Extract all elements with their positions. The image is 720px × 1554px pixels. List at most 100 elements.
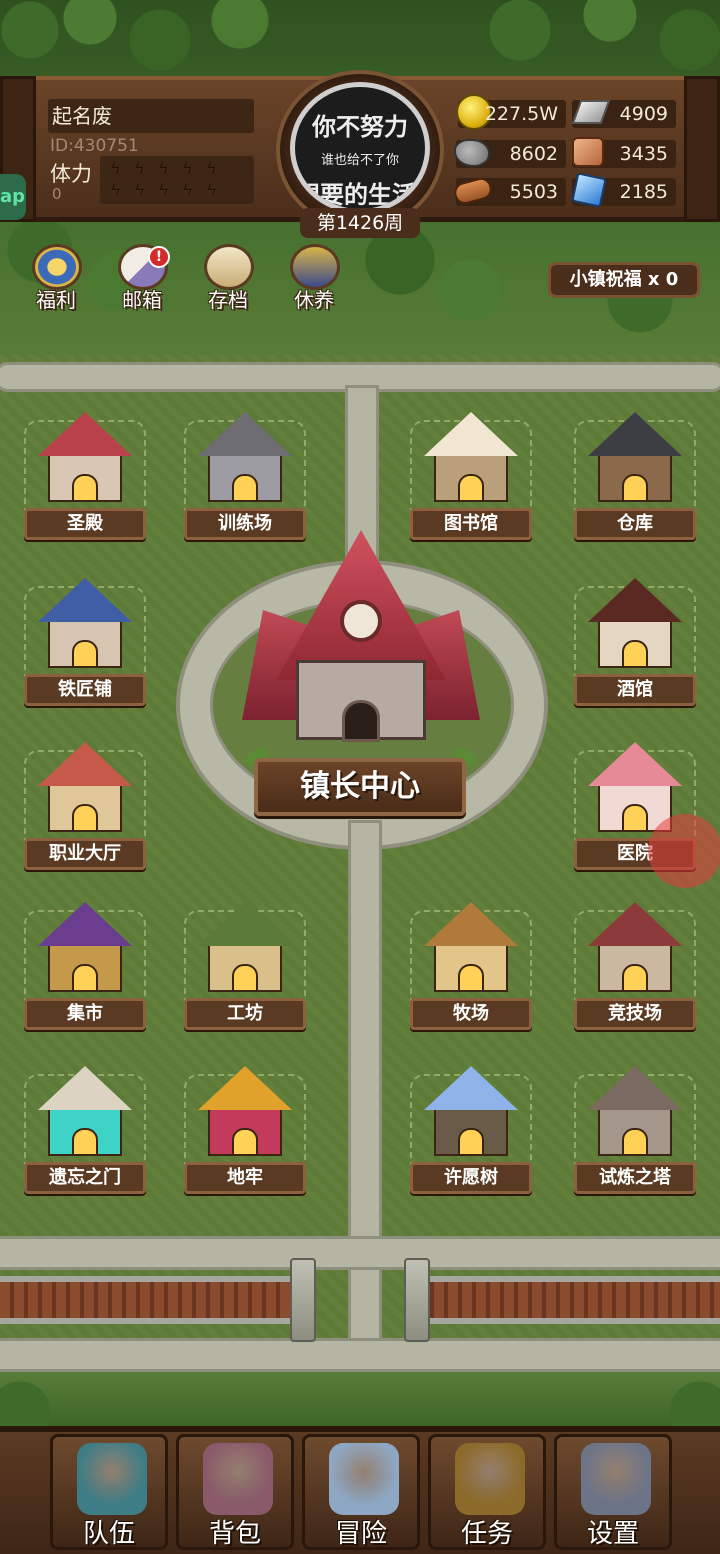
dungeon-flame-icon (198, 1066, 292, 1162)
building-door (72, 1128, 98, 1156)
building-wishing-tree[interactable]: 许愿树 (406, 1064, 536, 1200)
building-temple[interactable]: 圣殿 (20, 410, 150, 546)
resource-leather[interactable]: 3435 (572, 137, 676, 168)
building-door (72, 804, 98, 832)
quick-mail-button[interactable]: ! 邮箱 (104, 240, 180, 312)
week-banner-line-3: 想要的生活 (296, 181, 416, 209)
road-bottom (0, 1236, 720, 1270)
stamina-bolt-icon: ϟ (158, 159, 170, 179)
blacksmith-icon (38, 578, 132, 674)
market-tent-icon (38, 902, 132, 998)
building-warehouse[interactable]: 仓库 (570, 410, 700, 546)
resource-value: 8602 (509, 143, 558, 165)
side-app-tab[interactable]: ap (0, 174, 26, 220)
nav-label: 队伍 (82, 1519, 135, 1549)
building-roof (588, 1066, 682, 1110)
stamina-bolt-icon: ϟ (182, 159, 194, 179)
quest-scroll-icon (455, 1443, 525, 1515)
stamina-bar[interactable]: ϟϟϟϟϟϟϟϟϟϟ (100, 156, 254, 204)
job-hall-icon (38, 742, 132, 838)
crystal-icon (570, 172, 610, 208)
crossed-swords-icon (329, 1443, 399, 1515)
wishing-tree-icon (424, 1066, 518, 1162)
nav-crossed-swords-button[interactable]: 冒险 (302, 1434, 420, 1550)
quick-rest-button[interactable]: 休养 (276, 240, 352, 312)
week-banner[interactable]: 你不努力 谁也给不了你 想要的生活 (290, 82, 430, 214)
building-door (72, 640, 98, 668)
player-name[interactable]: 起名废 (48, 99, 254, 133)
town-hall-nameplate[interactable]: 镇长中心 (254, 758, 466, 816)
building-trial-tower[interactable]: 试炼之塔 (570, 1064, 700, 1200)
building-roof (38, 902, 132, 946)
building-door (622, 804, 648, 832)
building-training-ground[interactable]: 训练场 (180, 410, 310, 546)
building-ranch[interactable]: 牧场 (406, 900, 536, 1036)
stamina-label: 体力 (50, 162, 92, 186)
resource-crystal[interactable]: 2185 (571, 172, 676, 208)
building-roof (198, 412, 292, 456)
nav-quest-scroll-button[interactable]: 任务 (428, 1434, 546, 1550)
resource-value: 3435 (619, 143, 668, 165)
arena-colosseum-icon (588, 902, 682, 998)
building-roof (588, 412, 682, 456)
building-workshop[interactable]: 工坊 (180, 900, 310, 1036)
tavern-icon (588, 578, 682, 674)
building-label: 铁匠铺 (24, 674, 146, 706)
training-ground-icon (198, 412, 292, 508)
nav-label: 背包 (208, 1519, 261, 1549)
road-south (348, 820, 382, 1380)
wood-log-icon (451, 172, 495, 208)
building-door (72, 474, 98, 502)
building-label: 牧场 (410, 998, 532, 1030)
building-roof (198, 902, 292, 946)
building-label: 遗忘之门 (24, 1162, 146, 1194)
building-label: 圣殿 (24, 508, 146, 540)
building-dungeon-flame[interactable]: 地牢 (180, 1064, 310, 1200)
building-door (458, 474, 484, 502)
town-blessing-counter[interactable]: 小镇祝福 x 0 (548, 262, 700, 298)
resource-stone[interactable]: 8602 (454, 138, 566, 168)
week-banner-line-1: 你不努力 (312, 113, 408, 141)
resource-wood[interactable]: 5503 (451, 175, 566, 207)
building-market-tent[interactable]: 集市 (20, 900, 150, 1036)
road-lower (0, 1338, 720, 1372)
touch-indicator (648, 814, 720, 888)
building-roof (588, 578, 682, 622)
nav-gear-button[interactable]: 设置 (554, 1434, 672, 1550)
stamina-bolt-icon: ϟ (110, 181, 122, 201)
warehouse-icon (588, 412, 682, 508)
resource-value: 2185 (619, 181, 668, 203)
week-counter: 第1426周 (300, 208, 420, 238)
building-forgotten-portal[interactable]: 遗忘之门 (20, 1064, 150, 1200)
forgotten-portal-icon (38, 1066, 132, 1162)
resource-iron[interactable]: 4909 (571, 98, 676, 128)
building-tavern[interactable]: 酒馆 (570, 576, 700, 712)
nav-helmet-button[interactable]: 队伍 (50, 1434, 168, 1550)
building-label: 许愿树 (410, 1162, 532, 1194)
building-library-book[interactable]: 图书馆 (406, 410, 536, 546)
stamina-bolt-icon: ϟ (110, 159, 122, 179)
stamina-value: 0 (52, 185, 62, 203)
building-job-hall[interactable]: 职业大厅 (20, 740, 150, 876)
building-blacksmith[interactable]: 铁匠铺 (20, 576, 150, 712)
nav-backpack-button[interactable]: 背包 (176, 1434, 294, 1550)
building-label: 仓库 (574, 508, 696, 540)
building-label: 集市 (24, 998, 146, 1030)
building-roof (424, 1066, 518, 1110)
resource-gold[interactable]: 227.5W (456, 94, 566, 130)
resource-value: 5503 (509, 181, 558, 203)
town-hall-building[interactable] (236, 530, 486, 750)
building-arena-colosseum[interactable]: 竞技场 (570, 900, 700, 1036)
quick-save-button[interactable]: 存档 (190, 240, 266, 312)
building-roof (424, 902, 518, 946)
quick-welfare-button[interactable]: 福利 (18, 240, 94, 312)
trial-tower-icon (588, 1066, 682, 1162)
building-door (622, 474, 648, 502)
building-door (232, 474, 258, 502)
building-door (232, 1128, 258, 1156)
building-label: 职业大厅 (24, 838, 146, 870)
iron-ingot-icon (570, 94, 611, 130)
quick-label: 休养 (294, 288, 334, 312)
building-label: 竞技场 (574, 998, 696, 1030)
ranch-icon (424, 902, 518, 998)
